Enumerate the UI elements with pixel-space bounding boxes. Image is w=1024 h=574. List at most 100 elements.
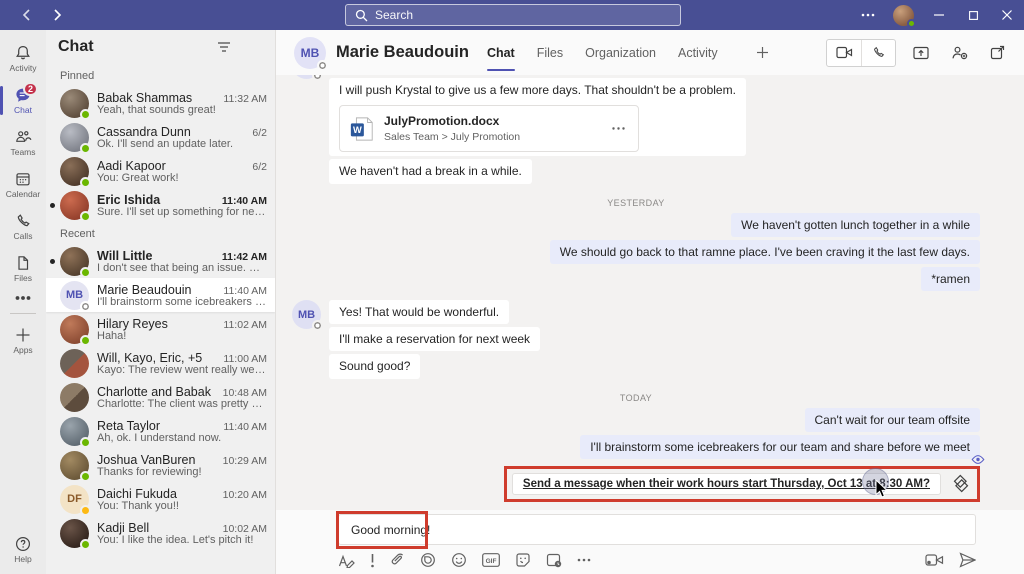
chat-row-babak-shammas[interactable]: Babak Shammas 11:32 AM Yeah, that sounds g… [46, 86, 275, 120]
file-more-options-icon[interactable] [608, 125, 629, 132]
audio-call-button[interactable] [861, 39, 895, 66]
message-incoming[interactable]: Yes! That would be wonderful. [329, 300, 510, 325]
rail-item-calls[interactable]: Calls [0, 208, 46, 247]
chat-row-kadji-bell[interactable]: Kadji Bell 10:02 AM You: I like the idea. … [46, 516, 275, 550]
tab-organization[interactable]: Organization [585, 30, 656, 75]
rail-item-help[interactable]: Help [0, 531, 46, 570]
unread-dot [50, 259, 55, 264]
rail-item-activity[interactable]: Activity [0, 40, 46, 79]
message-incoming[interactable]: Sound good? [329, 354, 421, 379]
video-call-button[interactable] [827, 40, 861, 66]
presence-available-icon [907, 18, 916, 28]
presence-available-icon [80, 470, 91, 482]
chat-name: Daichi Fukuda [97, 486, 177, 501]
format-icon[interactable] [338, 553, 355, 568]
presence-available-icon [80, 108, 91, 120]
avatar: DF [60, 484, 91, 516]
tab-files[interactable]: Files [537, 30, 563, 75]
chat-row-aadi-kapoor[interactable]: Aadi Kapoor 6/2 You: Great work! [46, 154, 275, 188]
teams-window: Search Activity 2 Chat Teams Calendar Ca… [0, 0, 1024, 574]
chat-name: Reta Taylor [97, 418, 160, 433]
emoji-icon[interactable] [451, 552, 467, 568]
search-input[interactable]: Search [345, 4, 681, 26]
attach-icon[interactable] [390, 552, 405, 568]
profile-avatar[interactable] [893, 4, 916, 28]
minimize-button[interactable] [922, 0, 956, 30]
chat-name: Marie Beaudouin [97, 282, 192, 297]
message-outgoing[interactable]: We haven't gotten lunch together in a wh… [731, 212, 980, 237]
chat-preview: Yeah, that sounds great! [97, 103, 216, 116]
file-attachment-card[interactable]: W JulyPromotion.docx Sales Team > July P… [339, 104, 639, 153]
close-button[interactable] [990, 0, 1024, 30]
scheduled-send-icon[interactable] [546, 552, 562, 568]
unread-dot [50, 203, 55, 208]
pop-out-icon[interactable] [984, 40, 1010, 66]
message-incoming[interactable]: I will push Krystal to give us a few mor… [329, 77, 746, 157]
avatar [60, 416, 91, 448]
rail-item-chat[interactable]: 2 Chat [0, 82, 46, 121]
sender-avatar[interactable]: MB [292, 300, 323, 332]
new-chat-icon[interactable] [237, 34, 263, 60]
chat-preview: Kayo: The review went really well! Can't… [97, 363, 267, 376]
suggested-message-chip[interactable]: Send a message when their work hours sta… [511, 473, 941, 495]
tab-activity[interactable]: Activity [678, 30, 718, 75]
chat-row-charlotte-and-babak-group[interactable]: Charlotte and Babak 10:48 AM Charlotte: Th… [46, 380, 275, 414]
app-rail: Activity 2 Chat Teams Calendar Calls Fil… [0, 30, 46, 574]
chat-row-will-little[interactable]: Will Little 11:42 AM I don't see that bein… [46, 244, 275, 278]
gif-icon[interactable]: GIF [482, 553, 500, 567]
importance-icon[interactable] [370, 553, 375, 568]
chat-preview: Ah, ok. I understand now. [97, 431, 222, 444]
sender-avatar[interactable]: MB [292, 75, 323, 82]
screen-share-icon[interactable] [908, 40, 934, 66]
message-input[interactable]: Good morning! [336, 511, 976, 549]
more-actions-icon[interactable] [577, 558, 591, 562]
chat-row-eric-ishida[interactable]: Eric Ishida 11:40 AM Sure. I'll set up som… [46, 188, 275, 222]
chat-row-hilary-reyes[interactable]: Hilary Reyes 11:02 AM Haha! [46, 312, 275, 346]
avatar: MB [60, 280, 91, 312]
conversation-avatar[interactable]: MB [294, 36, 328, 71]
sticker-icon[interactable] [515, 552, 531, 568]
suggestion-diamonds-icon[interactable] [948, 472, 972, 496]
compose-area: Good morning! GIF [276, 510, 1024, 574]
conversation-header: MB Marie Beaudouin Chat Files Organizati… [276, 30, 1024, 75]
add-people-icon[interactable] [946, 40, 972, 66]
chat-row-reta-taylor[interactable]: Reta Taylor 11:40 AM Ah, ok. I understand … [46, 414, 275, 448]
avatar-initials: MB [300, 45, 320, 60]
message-incoming[interactable]: We haven't had a break in a while. [329, 159, 532, 184]
maximize-button[interactable] [956, 0, 990, 30]
panel-title: Chat [58, 38, 94, 55]
message-outgoing[interactable]: *ramen [921, 266, 980, 292]
avatar-initials: MB [297, 308, 316, 321]
rail-item-apps[interactable]: Apps [0, 322, 46, 361]
tab-chat[interactable]: Chat [486, 30, 515, 75]
chat-row-daichi-fukuda[interactable]: DF Daichi Fukuda 10:20 AM You: Thank you!! [46, 482, 275, 516]
rail-item-teams[interactable]: Teams [0, 124, 46, 163]
rail-item-more[interactable] [0, 292, 46, 306]
send-icon[interactable] [959, 552, 976, 568]
message-incoming[interactable]: I'll make a reservation for next week [329, 327, 541, 352]
message-outgoing[interactable]: I'll brainstorm some icebreakers for our… [580, 434, 980, 459]
message-outgoing[interactable]: Can't wait for our team offsite [804, 407, 980, 432]
teams-icon [14, 128, 32, 146]
more-options-icon[interactable] [851, 0, 885, 30]
chat-row-will-kayo-eric-group[interactable]: Will, Kayo, Eric, +5 11:00 AM Kayo: The re… [46, 346, 275, 380]
presence-offline-icon [312, 320, 323, 332]
message-outgoing[interactable]: We should go back to that ramne place. I… [549, 239, 980, 264]
add-tab-icon[interactable] [756, 46, 769, 59]
video-clip-icon[interactable] [925, 553, 944, 567]
rail-item-calendar[interactable]: Calendar [0, 166, 46, 205]
file-icon [14, 254, 32, 272]
chat-name: Joshua VanBuren [97, 452, 196, 467]
message-input-text: Good morning! [351, 522, 431, 537]
filter-icon[interactable] [211, 34, 237, 60]
bell-icon [14, 44, 32, 62]
loop-component-icon[interactable] [420, 552, 436, 568]
chat-preview: Haha! [97, 329, 127, 342]
chat-row-cassandra-dunn[interactable]: Cassandra Dunn 6/2 Ok. I'll send an update… [46, 120, 275, 154]
chat-row-marie-beaudouin[interactable]: MB Marie Beaudouin 11:40 AM I'll brainstor… [46, 278, 275, 312]
chat-row-joshua-vanburen[interactable]: Joshua VanBuren 10:29 AM Thanks for review… [46, 448, 275, 482]
forward-icon[interactable] [53, 8, 62, 22]
back-icon[interactable] [22, 8, 31, 22]
presence-available-icon [80, 176, 91, 188]
rail-item-files[interactable]: Files [0, 250, 46, 289]
